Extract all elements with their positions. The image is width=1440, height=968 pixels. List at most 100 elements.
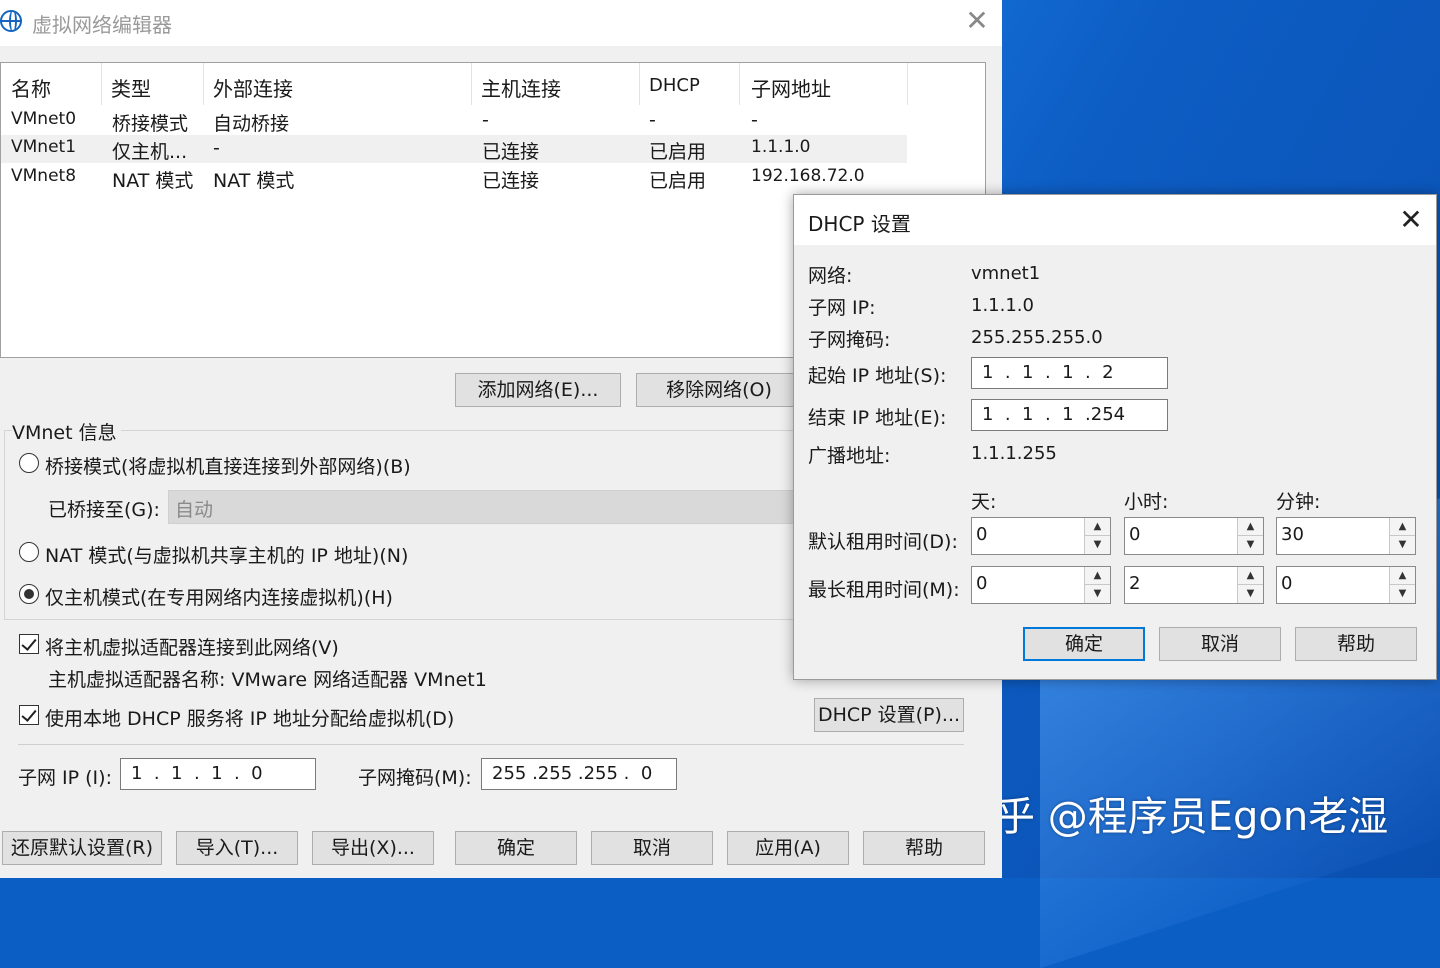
- dhcp-settings-button[interactable]: DHCP 设置(P)...: [814, 698, 964, 732]
- start-ip-input[interactable]: 1 . 1 . 1 . 2: [971, 357, 1168, 389]
- default-lease-hours-stepper[interactable]: 0 ▲ ▼: [1124, 517, 1264, 555]
- down-arrow-icon[interactable]: ▼: [1238, 585, 1263, 603]
- max-lease-minutes-stepper[interactable]: 0 ▲ ▼: [1276, 566, 1416, 604]
- bridged-option-label[interactable]: 桥接模式(将虚拟机直接连接到外部网络)(B): [45, 452, 411, 479]
- table-row-selected[interactable]: VMnet1 仅主机... - 已连接 已启用 1.1.1.0: [1, 135, 907, 163]
- end-ip-input[interactable]: 1 . 1 . 1 .254: [971, 399, 1168, 431]
- up-arrow-icon[interactable]: ▲: [1238, 518, 1263, 536]
- up-arrow-icon[interactable]: ▲: [1390, 518, 1415, 536]
- cell-host: 已连接: [482, 170, 540, 192]
- up-arrow-icon[interactable]: ▲: [1085, 567, 1110, 585]
- column-header-host[interactable]: 主机连接: [481, 73, 561, 102]
- dhcp-cancel-button[interactable]: 取消: [1159, 627, 1281, 661]
- adapter-name-text: 主机虚拟适配器名称: VMware 网络适配器 VMnet1: [48, 669, 487, 691]
- column-header-subnet[interactable]: 子网地址: [751, 73, 831, 102]
- close-icon[interactable]: ✕: [1394, 203, 1428, 237]
- default-lease-minutes-stepper[interactable]: 30 ▲ ▼: [1276, 517, 1416, 555]
- restore-defaults-button[interactable]: 还原默认设置(R): [2, 831, 162, 865]
- cell-name: VMnet1: [11, 137, 77, 157]
- remove-network-button[interactable]: 移除网络(O): [636, 373, 802, 407]
- down-arrow-icon[interactable]: ▼: [1085, 536, 1110, 554]
- connect-adapter-checkbox[interactable]: [19, 634, 39, 654]
- column-header-external[interactable]: 外部连接: [213, 73, 293, 102]
- use-dhcp-checkbox[interactable]: [19, 705, 39, 725]
- apply-button[interactable]: 应用(A): [727, 831, 849, 865]
- column-divider: [203, 63, 204, 105]
- bridged-radio[interactable]: [19, 453, 39, 473]
- add-network-button[interactable]: 添加网络(E)...: [455, 373, 621, 407]
- column-header-name[interactable]: 名称: [11, 73, 51, 102]
- subnet-mask-input[interactable]: 255 .255 .255 . 0: [481, 758, 677, 790]
- import-button[interactable]: 导入(T)...: [176, 831, 298, 865]
- cell-external: NAT 模式: [213, 170, 295, 192]
- column-divider: [739, 63, 740, 105]
- dhcp-help-button[interactable]: 帮助: [1295, 627, 1417, 661]
- stepper-arrows: ▲ ▼: [1389, 518, 1415, 554]
- max-lease-hours-stepper[interactable]: 2 ▲ ▼: [1124, 566, 1264, 604]
- default-lease-days-stepper[interactable]: 0 ▲ ▼: [971, 517, 1111, 555]
- column-divider: [471, 63, 472, 105]
- column-header-type[interactable]: 类型: [111, 73, 151, 102]
- cell-dhcp: -: [649, 109, 656, 131]
- divider: [18, 744, 964, 745]
- use-dhcp-label[interactable]: 使用本地 DHCP 服务将 IP 地址分配给虚拟机(D): [45, 704, 454, 731]
- down-arrow-icon[interactable]: ▼: [1390, 585, 1415, 603]
- help-button[interactable]: 帮助: [863, 831, 985, 865]
- subnet-mask-value: 255.255.255.0: [971, 327, 1103, 348]
- down-arrow-icon[interactable]: ▼: [1238, 536, 1263, 554]
- host-only-radio[interactable]: [19, 584, 39, 604]
- globe-icon: [0, 10, 22, 32]
- stepper-arrows: ▲ ▼: [1237, 518, 1263, 554]
- cell-subnet: -: [751, 109, 758, 131]
- nat-radio[interactable]: [19, 542, 39, 562]
- subnet-mask-label: 子网掩码(M):: [358, 767, 472, 789]
- network-value: vmnet1: [971, 263, 1041, 284]
- dialog-title-bar: DHCP 设置 ✕: [794, 195, 1436, 245]
- down-arrow-icon[interactable]: ▼: [1390, 536, 1415, 554]
- up-arrow-icon[interactable]: ▲: [1390, 567, 1415, 585]
- table-row[interactable]: VMnet8 NAT 模式 NAT 模式 已连接 已启用 192.168.72.…: [1, 164, 907, 192]
- cell-host: -: [482, 109, 489, 131]
- end-ip-label: 结束 IP 地址(E):: [808, 407, 947, 429]
- cell-type: 仅主机...: [112, 141, 188, 163]
- cell-external: -: [213, 137, 220, 159]
- down-arrow-icon[interactable]: ▼: [1085, 585, 1110, 603]
- stepper-value: 0: [1129, 524, 1141, 545]
- column-divider: [907, 63, 908, 105]
- close-icon[interactable]: ✕: [962, 6, 992, 36]
- subnet-ip-input[interactable]: 1 . 1 . 1 . 0: [120, 758, 316, 790]
- dhcp-settings-dialog: DHCP 设置 ✕ 网络: vmnet1 子网 IP: 1.1.1.0 子网掩码…: [793, 194, 1437, 680]
- bridged-to-select[interactable]: 自动: [168, 490, 798, 524]
- up-arrow-icon[interactable]: ▲: [1085, 518, 1110, 536]
- cell-dhcp: 已启用: [649, 141, 707, 163]
- default-lease-label: 默认租用时间(D):: [808, 531, 958, 553]
- ok-button[interactable]: 确定: [455, 831, 577, 865]
- cell-subnet: 192.168.72.0: [751, 166, 865, 186]
- up-arrow-icon[interactable]: ▲: [1238, 567, 1263, 585]
- connect-adapter-label[interactable]: 将主机虚拟适配器连接到此网络(V): [45, 633, 339, 660]
- table-row[interactable]: VMnet0 桥接模式 自动桥接 - - -: [1, 107, 907, 135]
- nat-option-label[interactable]: NAT 模式(与虚拟机共享主机的 IP 地址)(N): [45, 541, 408, 568]
- cell-type: 桥接模式: [112, 113, 189, 135]
- max-lease-label: 最长租用时间(M):: [808, 579, 960, 601]
- subnet-ip-value: 1.1.1.0: [971, 295, 1034, 316]
- export-button[interactable]: 导出(X)...: [312, 831, 434, 865]
- days-label: 天:: [971, 491, 997, 513]
- stepper-value: 0: [1281, 573, 1293, 594]
- max-lease-days-stepper[interactable]: 0 ▲ ▼: [971, 566, 1111, 604]
- vmnet-info-heading: VMnet 信息: [12, 418, 121, 445]
- host-only-option-label[interactable]: 仅主机模式(在专用网络内连接虚拟机)(H): [45, 583, 393, 610]
- column-header-dhcp[interactable]: DHCP: [649, 75, 700, 96]
- dhcp-ok-button[interactable]: 确定: [1023, 627, 1145, 661]
- cancel-button[interactable]: 取消: [591, 831, 713, 865]
- subnet-ip-label: 子网 IP (I):: [18, 767, 112, 789]
- cell-external: 自动桥接: [213, 113, 290, 135]
- stepper-arrows: ▲ ▼: [1084, 518, 1110, 554]
- subnet-mask-label: 子网掩码:: [808, 329, 891, 351]
- cell-type: NAT 模式: [112, 170, 194, 192]
- dialog-title: DHCP 设置: [808, 212, 911, 236]
- window-title: 虚拟网络编辑器: [32, 13, 172, 37]
- stepper-value: 0: [976, 573, 988, 594]
- watermark: 知乎 @程序员Egon老湿: [955, 794, 1389, 840]
- minutes-label: 分钟:: [1276, 491, 1321, 513]
